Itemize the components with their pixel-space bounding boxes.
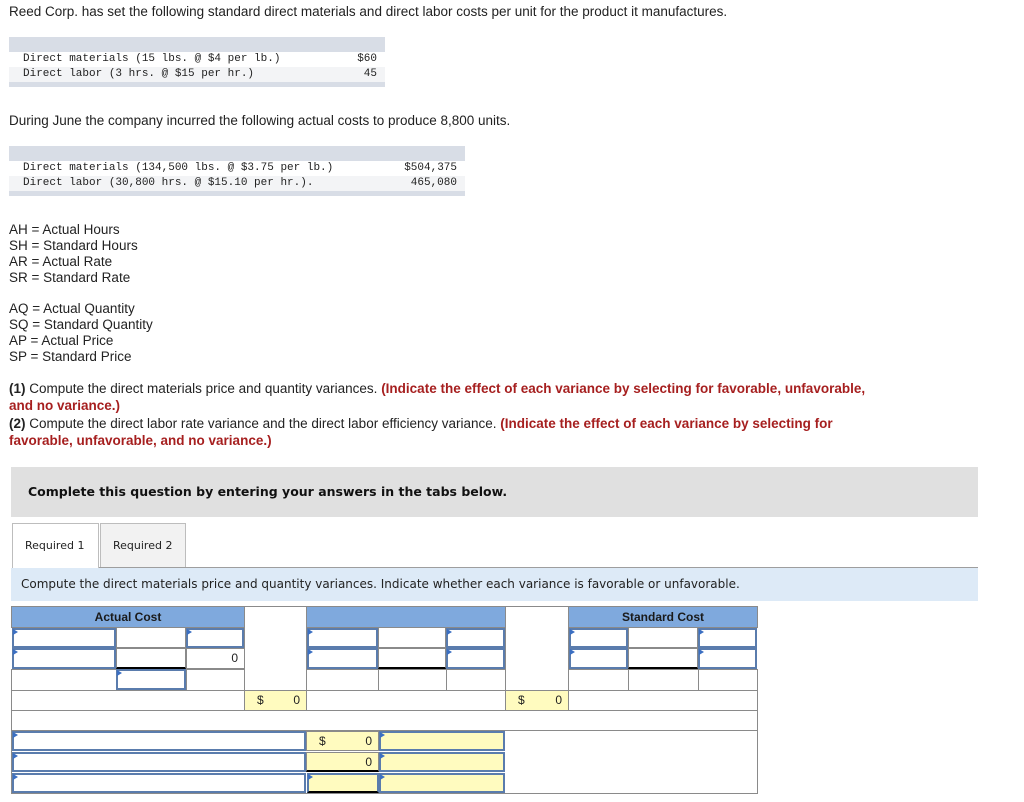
standard-cell	[628, 669, 699, 691]
middle-value-input-2[interactable]	[446, 648, 505, 669]
materials-definitions: AQ = Actual Quantity SQ = Standard Quant…	[9, 301, 153, 365]
question-number: (2)	[9, 416, 26, 431]
actual-label-input-1[interactable]	[12, 628, 116, 648]
sum-row-cell	[568, 690, 758, 711]
table-header-band	[9, 146, 465, 161]
variance-effect-select-3[interactable]	[379, 773, 505, 793]
standard-cost-header: Standard Cost	[568, 606, 758, 628]
actual-cell	[186, 669, 245, 691]
variance-label-input-1[interactable]	[12, 731, 306, 751]
question-1: (1) Compute the direct materials price a…	[9, 380, 869, 414]
row-value: $504,375	[404, 162, 457, 174]
tab-required-1[interactable]: Required 1	[12, 523, 99, 568]
variance-label-input-2[interactable]	[12, 752, 306, 772]
standard-value-input-2[interactable]	[698, 648, 757, 669]
row-value: $60	[357, 53, 377, 65]
table-row: Direct materials (15 lbs. @ $4 per lb.) …	[9, 52, 385, 67]
definition: AP = Actual Price	[9, 333, 114, 348]
actual-cell	[116, 648, 186, 669]
actual-total-value: 0	[186, 648, 245, 669]
definition: AQ = Actual Quantity	[9, 301, 135, 316]
middle-cell	[378, 648, 446, 669]
table-footer-band	[9, 191, 465, 196]
variance-value: 0	[365, 755, 372, 769]
standard-cell	[628, 627, 698, 648]
standard-sum-value: 0	[555, 693, 562, 707]
spacer-cell	[244, 606, 307, 691]
standard-sum-cell: $ 0	[505, 690, 569, 711]
actual-label-input-2[interactable]	[12, 648, 116, 669]
actual-costs-table: Direct materials (134,500 lbs. @ $3.75 p…	[9, 146, 465, 196]
actual-sum-value: 0	[293, 693, 300, 707]
middle-value-input-1[interactable]	[446, 628, 505, 648]
standard-label-input-1[interactable]	[569, 628, 628, 648]
table-row: Direct materials (134,500 lbs. @ $3.75 p…	[9, 161, 465, 176]
table-row: Direct labor (3 hrs. @ $15 per hr.) 45	[9, 67, 385, 82]
separator-row	[11, 710, 758, 731]
question-number: (1)	[9, 381, 26, 396]
standard-value-input-1[interactable]	[698, 628, 757, 648]
variance-worksheet: Actual Cost Standard Cost 0 $ 0 $ 0 $ 0 …	[11, 606, 758, 794]
currency-symbol: $	[518, 693, 525, 707]
instruction-bar: Compute the direct materials price and q…	[11, 568, 978, 601]
intro-text: Reed Corp. has set the following standar…	[9, 4, 728, 19]
middle-cell	[378, 669, 447, 691]
spacer-cell	[505, 606, 569, 691]
currency-symbol: $	[319, 734, 326, 748]
variance-amount-2: 0	[306, 752, 379, 772]
middle-header	[306, 606, 506, 628]
row-label: Direct materials (134,500 lbs. @ $3.75 p…	[23, 162, 334, 174]
labor-definitions: AH = Actual Hours SH = Standard Hours AR…	[9, 222, 138, 286]
sum-row-cell	[11, 690, 245, 711]
table-header-band	[9, 37, 385, 52]
actual-cell	[116, 627, 186, 648]
middle-cell	[306, 669, 379, 691]
actual-quantity-input[interactable]	[116, 669, 186, 690]
standards-table: Direct materials (15 lbs. @ $4 per lb.) …	[9, 37, 385, 87]
currency-symbol: $	[257, 693, 264, 707]
definition: SQ = Standard Quantity	[9, 317, 153, 332]
complete-question-banner: Complete this question by entering your …	[11, 467, 978, 517]
question-2: (2) Compute the direct labor rate varian…	[9, 415, 869, 449]
variance-amount-1: $ 0	[306, 731, 379, 751]
actual-value-input-1[interactable]	[186, 628, 244, 648]
variance-value: 0	[365, 734, 372, 748]
definition: SP = Standard Price	[9, 349, 132, 364]
row-value: 45	[363, 68, 377, 80]
middle-label-input-1[interactable]	[307, 628, 378, 648]
middle-cell	[378, 627, 446, 648]
standard-label-input-2[interactable]	[569, 648, 628, 669]
row-value: 465,080	[410, 177, 457, 189]
row-label: Direct labor (3 hrs. @ $15 per hr.)	[23, 68, 255, 80]
definition: AH = Actual Hours	[9, 222, 120, 237]
variance-label-input-3[interactable]	[12, 773, 306, 793]
table-row: Direct labor (30,800 hrs. @ $15.10 per h…	[9, 176, 465, 191]
question-text: Compute the direct materials price and q…	[25, 381, 382, 396]
table-footer-band	[9, 82, 385, 87]
row-label: Direct materials (15 lbs. @ $4 per lb.)	[23, 53, 281, 65]
standard-cell	[698, 669, 758, 691]
variance-amount-input-3[interactable]	[307, 773, 379, 793]
row-label: Direct labor (30,800 hrs. @ $15.10 per h…	[23, 177, 314, 189]
middle-label-input-2[interactable]	[307, 648, 378, 669]
actual-cost-header: Actual Cost	[11, 606, 245, 628]
actual-cell	[11, 669, 117, 691]
tab-required-2[interactable]: Required 2	[100, 523, 186, 568]
definition: AR = Actual Rate	[9, 254, 113, 269]
sum-row-cell	[306, 690, 506, 711]
variance-effect-select-1[interactable]	[379, 731, 505, 751]
question-text: Compute the direct labor rate variance a…	[25, 416, 501, 431]
definition: SH = Standard Hours	[9, 238, 138, 253]
actual-sum-cell: $ 0	[244, 690, 307, 711]
middle-cell	[446, 669, 506, 691]
during-text: During June the company incurred the fol…	[9, 113, 511, 128]
standard-cell	[628, 648, 698, 669]
definition: SR = Standard Rate	[9, 270, 131, 285]
standard-cell	[568, 669, 629, 691]
tab-bar: Required 1 Required 2	[12, 523, 186, 568]
variance-effect-select-2[interactable]	[379, 752, 505, 772]
